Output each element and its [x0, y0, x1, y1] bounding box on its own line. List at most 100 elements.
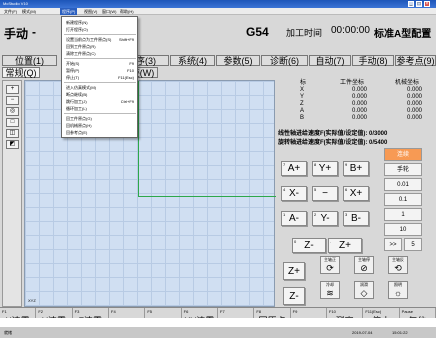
- tab-system[interactable]: 系统(4): [170, 55, 215, 66]
- spindle-ccw-button[interactable]: 主轴反 ⟲: [388, 256, 408, 274]
- menu-item-back-origin[interactable]: 回到工件原点(R): [66, 43, 136, 50]
- menu-divider: [64, 82, 136, 83]
- y-axis-line: [138, 81, 139, 197]
- jog-x-minus-button[interactable]: 4 X-: [281, 186, 307, 201]
- fkey-f5[interactable]: F5: [145, 308, 182, 318]
- speed-up-button[interactable]: >>: [384, 238, 402, 251]
- zoom-out-icon[interactable]: −: [6, 96, 19, 105]
- coord-row: A 0.000 0.000: [300, 108, 434, 115]
- fkey-f6[interactable]: F6XY清零: [182, 308, 218, 318]
- tab-general[interactable]: 常规(Q): [2, 67, 40, 78]
- jog-key-number: 5: [314, 187, 317, 192]
- menu-item-reference[interactable]: 回参考点(E): [66, 129, 136, 136]
- menu-item-new[interactable]: 新建程序(N): [66, 19, 136, 26]
- light-icon: ☼: [393, 288, 403, 298]
- jog-y-minus-button[interactable]: 2 Y-: [312, 211, 338, 226]
- minimize-button[interactable]: _: [408, 1, 414, 7]
- step-0-01-button[interactable]: 0.01: [384, 178, 422, 191]
- jog-b-plus-button[interactable]: 9 B+: [343, 161, 369, 176]
- jog-a-minus-button[interactable]: 1 A-: [281, 211, 307, 226]
- jog-pad: 7 A+ 8 Y+ 9 B+ 4 X- 5− 6 X+ 1 A- 2 Y- 3 B- 0 Z-. Z+: [278, 146, 382, 253]
- fkey-f9[interactable]: F9: [291, 308, 327, 318]
- window-title: McStudio V10: [3, 1, 28, 6]
- menu-help[interactable]: 帮助(H): [118, 8, 136, 15]
- maximize-button[interactable]: □: [416, 1, 422, 7]
- coolant-button[interactable]: 冷却 ≋: [320, 281, 340, 299]
- machine-config: 标准A型配置: [374, 29, 432, 40]
- status-time: 15:01:22: [392, 330, 408, 335]
- z-plus-button[interactable]: Z+: [283, 262, 305, 280]
- menu-item-stop[interactable]: 停止(T) F11(Esc): [66, 74, 136, 81]
- menu-item-open[interactable]: 打开程序(O): [66, 26, 136, 33]
- menu-item-simulate[interactable]: 进入仿真模式(M): [66, 84, 136, 91]
- jog-label: B-: [351, 213, 361, 224]
- menu-item-skip-line[interactable]: 跳行加工(J) Ctrl+F9: [66, 98, 136, 105]
- light-button[interactable]: 照明 ☼: [388, 281, 408, 299]
- menu-item-start[interactable]: 开始(S) F9: [66, 60, 136, 67]
- zoom-in-icon[interactable]: +: [6, 85, 19, 94]
- jog-key-number: 6: [345, 187, 348, 192]
- jog-key-number: 1: [283, 212, 286, 217]
- menu-item-pause[interactable]: 暂停(P) F10: [66, 67, 136, 74]
- fkey-f7[interactable]: F7: [218, 308, 255, 318]
- fkey-f1[interactable]: F1X清零: [0, 308, 37, 318]
- fkey-pause[interactable]: Pause复位: [400, 308, 436, 318]
- jog-z-plus-button[interactable]: . Z+: [328, 238, 362, 253]
- step-0-1-button[interactable]: 0.1: [384, 193, 422, 206]
- jog-x-plus-button[interactable]: 6 X+: [343, 186, 369, 201]
- step-10-button[interactable]: 10: [384, 223, 422, 236]
- iso-view-icon[interactable]: ◩: [6, 140, 19, 149]
- tab-auto[interactable]: 自动(7): [309, 55, 351, 66]
- front-view-icon[interactable]: ◫: [6, 129, 19, 138]
- coolant-icon: ≋: [326, 288, 334, 298]
- top-view-icon[interactable]: □: [6, 118, 19, 127]
- tab-manual[interactable]: 手动(8): [352, 55, 394, 66]
- menu-item-home-machine[interactable]: 回机械原点(H): [66, 122, 136, 129]
- handwheel-button[interactable]: 手轮: [384, 163, 422, 176]
- lube-button[interactable]: 润滑 ◇: [354, 281, 374, 299]
- menu-mode[interactable]: 模式(M): [20, 8, 38, 15]
- tab-reference-point[interactable]: 参考点(9): [395, 55, 436, 66]
- x-axis-line: [138, 196, 276, 197]
- fkey-f3[interactable]: F3Z清零: [73, 308, 109, 318]
- tab-parameters[interactable]: 参数(5): [216, 55, 260, 66]
- fkey-f10[interactable]: F10测高: [327, 308, 364, 318]
- menu-item-loop[interactable]: 循环加工(L): [66, 105, 136, 112]
- menu-item-clear-origin[interactable]: 清除工件原点(C): [66, 50, 136, 57]
- menu-window[interactable]: 窗口(W): [100, 8, 118, 15]
- menu-file[interactable]: 文件(F): [2, 8, 19, 15]
- fit-view-icon[interactable]: ◎: [6, 107, 19, 116]
- spindle-stop-button[interactable]: 主轴停 ⊘: [354, 256, 374, 274]
- menu-item-breakpoint[interactable]: 断点继续(B): [66, 91, 136, 98]
- close-button[interactable]: ×: [424, 1, 430, 7]
- tab-position[interactable]: 位置(1): [2, 55, 57, 66]
- menu-item-shortcut: Ctrl+F9: [120, 99, 134, 104]
- wcs-label: G54: [246, 25, 269, 39]
- fkey-name: 测高: [327, 314, 362, 318]
- menu-program[interactable]: 程序(P): [60, 8, 78, 15]
- jog-a-plus-button[interactable]: 7 A+: [281, 161, 307, 176]
- spindle-controls: 主轴正 ⟳ 主轴停 ⊘ 主轴反 ⟲ 冷却 ≋ 润滑 ◇ 照明 ☼: [312, 256, 432, 306]
- coord-work: 0.000: [352, 94, 368, 100]
- fkey-f11esc[interactable]: F11(Esc)停止: [363, 308, 400, 318]
- continuous-mode-button[interactable]: 连续: [384, 148, 422, 161]
- fkey-f4[interactable]: F4: [109, 308, 146, 318]
- fkey-code: F5: [147, 309, 152, 314]
- jog-y-plus-button[interactable]: 8 Y+: [312, 161, 338, 176]
- coord-row: B 0.000 0.000: [300, 115, 434, 122]
- jog-b-minus-button[interactable]: 3 B-: [343, 211, 369, 226]
- menu-item-set-origin[interactable]: 设置当前点为工件原点(S) Shift+F9: [66, 36, 136, 43]
- coord-machine: 0.000: [407, 87, 423, 93]
- fkey-f2[interactable]: F2Y清零: [36, 308, 73, 318]
- spindle-cw-button[interactable]: 主轴正 ⟳: [320, 256, 340, 274]
- menu-item-home-work[interactable]: 回工件原点(G): [66, 115, 136, 122]
- step-1-button[interactable]: 1: [384, 208, 422, 221]
- jog-label: X+: [349, 188, 363, 199]
- fkey-code: F7: [220, 309, 225, 314]
- jog-center-button[interactable]: 5−: [312, 186, 338, 201]
- z-minus-button[interactable]: Z-: [283, 287, 305, 305]
- fkey-f8[interactable]: F8回原点: [254, 308, 291, 318]
- jog-z-minus-button[interactable]: 0 Z-: [292, 238, 326, 253]
- tab-diagnostics[interactable]: 诊断(6): [261, 55, 308, 66]
- menu-view[interactable]: 视图(V): [82, 8, 99, 15]
